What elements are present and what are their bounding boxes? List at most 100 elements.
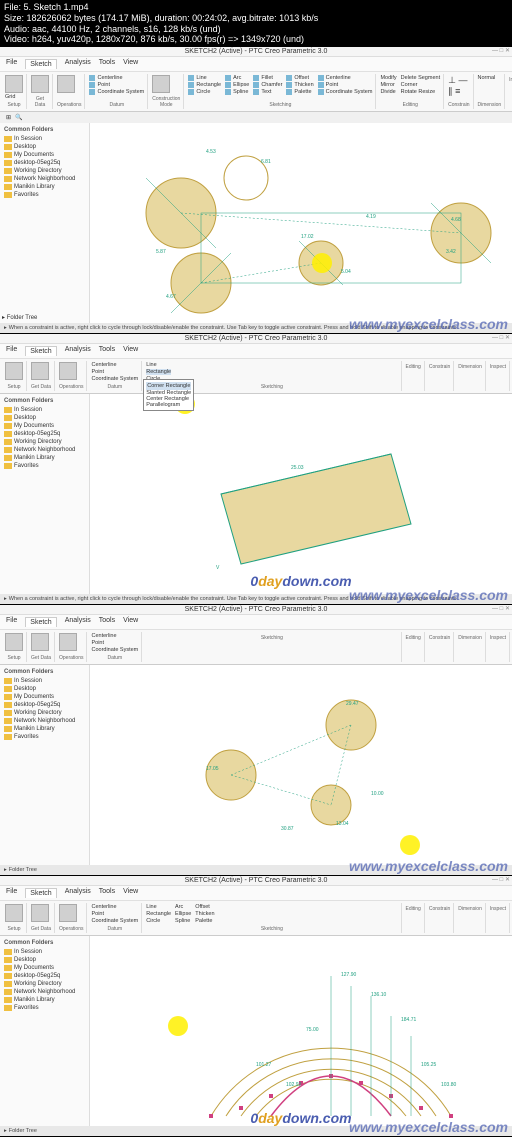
ribbon-group-editing: Modify Mirror Divide Delete Segment Corn… <box>377 74 444 109</box>
svg-text:101.27: 101.27 <box>256 1062 272 1068</box>
svg-text:10.00: 10.00 <box>371 791 384 797</box>
sidebar-item-network[interactable]: Network Neighborhood <box>2 175 87 183</box>
sketch-canvas-1[interactable]: 4.53 6.81 17.02 4.19 4.68 3.42 5.87 4.67… <box>90 123 512 323</box>
arc-icon[interactable] <box>225 75 231 81</box>
window-title-bar: SKETCH2 (Active) - PTC Creo Parametric 3… <box>0 47 512 57</box>
svg-text:3.42: 3.42 <box>446 249 456 255</box>
sidebar-item-fav[interactable]: Favorites <box>2 191 87 199</box>
ellipse-icon[interactable] <box>225 82 231 88</box>
ribbon-group-getdata: Get Data <box>28 74 53 109</box>
menu-bar: File Sketch Analysis Tools View <box>0 344 512 359</box>
svg-text:V: V <box>216 565 220 571</box>
tab-sketch[interactable]: Sketch <box>25 59 56 69</box>
sidebar-item-manikin[interactable]: Manikin Library <box>2 183 87 191</box>
menu-bar: File Sketch Analysis Tools View <box>0 57 512 72</box>
svg-text:25.03: 25.03 <box>291 465 304 471</box>
svg-text:17.05: 17.05 <box>206 766 219 772</box>
svg-text:102.92: 102.92 <box>286 1082 302 1088</box>
palette-icon[interactable] <box>286 89 292 95</box>
watermark-center: 0daydown.com <box>250 573 351 589</box>
svg-text:105.25: 105.25 <box>421 1062 437 1068</box>
csys-icon[interactable] <box>89 89 95 95</box>
folder-icon <box>4 144 12 150</box>
menu-file[interactable]: File <box>6 59 17 69</box>
svg-text:29.47: 29.47 <box>346 701 359 707</box>
dropdown-item[interactable]: Corner Rectangle <box>146 382 191 390</box>
thicken-icon[interactable] <box>286 82 292 88</box>
rectangle-dropdown: Corner Rectangle Slanted Rectangle Cente… <box>143 379 194 411</box>
window-controls[interactable]: — □ ✕ <box>492 876 510 883</box>
screenshot-3: SKETCH2 (Active) - PTC Creo Parametric 3… <box>0 605 512 875</box>
svg-text:184.71: 184.71 <box>401 1017 417 1023</box>
sk-csys-icon[interactable] <box>318 89 324 95</box>
folder-icon <box>4 160 12 166</box>
centerline-icon[interactable] <box>89 75 95 81</box>
window-controls[interactable]: — □ ✕ <box>492 334 510 341</box>
watermark-center: 0daydown.com <box>250 1110 351 1126</box>
sidebar-item-desktop[interactable]: Desktop <box>2 143 87 151</box>
fillet-icon[interactable] <box>253 75 259 81</box>
screenshot-2: SKETCH2 (Active) - PTC Creo Parametric 3… <box>0 334 512 604</box>
text-icon[interactable] <box>253 89 259 95</box>
screenshot-1: SKETCH2 (Active) - PTC Creo Parametric 3… <box>0 47 512 333</box>
watermark-right: www.myexcelclass.com <box>349 587 508 603</box>
sidebar-item-docs[interactable]: My Documents <box>2 151 87 159</box>
sidebar-item-working[interactable]: Working Directory <box>2 167 87 175</box>
sidebar-header: Common Folders <box>2 125 87 135</box>
sidebar-item-host[interactable]: desktop-05eg25q <box>2 159 87 167</box>
chamfer-icon[interactable] <box>253 82 259 88</box>
line-icon[interactable] <box>188 75 194 81</box>
size-line: Size: 182626062 bytes (174.17 MiB), dura… <box>4 13 508 24</box>
sketching-title: Sketching <box>188 102 372 108</box>
folder-icon <box>4 176 12 182</box>
sk-centerline-icon[interactable] <box>318 75 324 81</box>
select-icon[interactable] <box>57 75 75 93</box>
ribbon-group-constrain: ⊥ — ∥ ≡ Constrain <box>445 74 473 109</box>
circle-icon[interactable] <box>188 89 194 95</box>
tab-tools[interactable]: Tools <box>99 59 115 69</box>
window-controls[interactable]: — □ ✕ <box>492 605 510 612</box>
offset-icon[interactable] <box>286 75 292 81</box>
window-title-bar: SKETCH2 (Active) - PTC Creo Parametric 3… <box>0 605 512 615</box>
tab-analysis[interactable]: Analysis <box>65 59 91 69</box>
svg-text:4.68: 4.68 <box>451 217 461 223</box>
tab-view[interactable]: View <box>123 59 138 69</box>
watermark-right: www.myexcelclass.com <box>349 316 508 332</box>
grid-label: Grid <box>5 94 23 100</box>
ribbon-group-inspect: Inspect <box>506 74 512 109</box>
slanted-rect[interactable] <box>221 454 411 564</box>
rectangle-icon[interactable] <box>188 82 194 88</box>
ribbon: Setup Get Data Operations Centerline Poi… <box>0 359 512 394</box>
sketch-canvas-2[interactable]: 25.03 V 0daydown.com <box>90 394 512 594</box>
datum-title: Datum <box>89 102 144 108</box>
svg-text:5.04: 5.04 <box>341 269 351 275</box>
ribbon-group-operations: Operations <box>54 74 85 109</box>
window-title-bar: SKETCH2 (Active) - PTC Creo Parametric 3… <box>0 334 512 344</box>
filesys-icon[interactable] <box>31 75 49 93</box>
ribbon-group-datum: Centerline Point Coordinate System Datum <box>86 74 148 109</box>
tool-icon[interactable]: 🔍 <box>15 114 22 121</box>
sidebar-item-session[interactable]: In Session <box>2 135 87 143</box>
construction-icon[interactable] <box>152 75 170 93</box>
window-controls[interactable]: — □ ✕ <box>492 47 510 54</box>
ops-title: Operations <box>57 102 81 108</box>
svg-text:13.04: 13.04 <box>336 821 349 827</box>
sketch-canvas-3[interactable]: 17.05 29.47 13.04 30.87 10.00 <box>90 665 512 865</box>
setup-title: Setup <box>5 102 23 108</box>
grid-icon[interactable] <box>5 75 23 93</box>
spline-icon[interactable] <box>225 89 231 95</box>
ribbon-group-sketching: Line Rectangle Circle Arc Ellipse Spline… <box>185 74 376 109</box>
ribbon-group-setup: Grid Setup <box>2 74 27 109</box>
point-icon[interactable] <box>89 82 95 88</box>
svg-text:4.67: 4.67 <box>166 294 176 300</box>
sk-point-icon[interactable] <box>318 82 324 88</box>
audio-line: Audio: aac, 44100 Hz, 2 channels, s16, 1… <box>4 24 508 35</box>
sidebar: Common Folders In Session Desktop My Doc… <box>0 394 90 594</box>
folder-icon <box>4 136 12 142</box>
svg-text:4.19: 4.19 <box>366 214 376 220</box>
svg-text:75.00: 75.00 <box>306 1027 319 1033</box>
sketch-canvas-4[interactable]: 127.90 136.10 75.00 184.71 105.25 101.27… <box>90 936 512 1126</box>
folder-icon <box>4 192 12 198</box>
tool-icon[interactable]: ⊞ <box>6 114 11 121</box>
dropdown-item[interactable]: Parallelogram <box>146 402 191 408</box>
